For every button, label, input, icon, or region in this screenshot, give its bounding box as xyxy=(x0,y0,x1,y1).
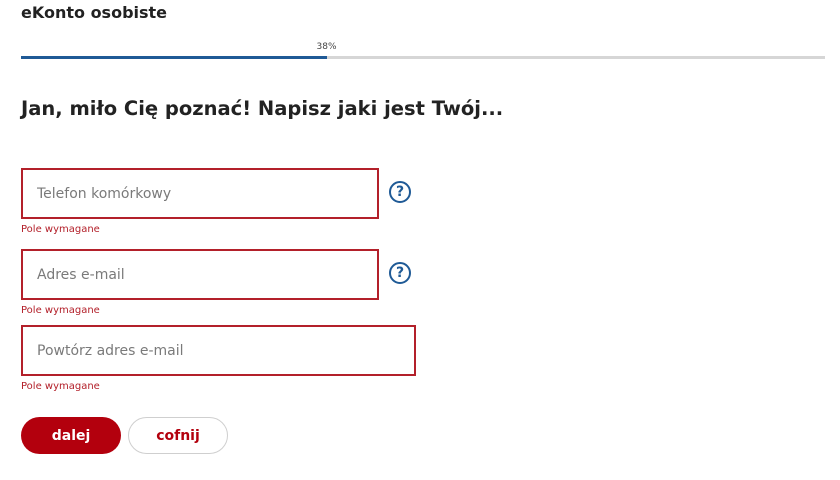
phone-error: Pole wymagane xyxy=(21,224,100,235)
page-heading: Jan, miło Cię poznać! Napisz jaki jest T… xyxy=(21,97,504,120)
phone-help-icon[interactable]: ? xyxy=(389,181,411,203)
progress-fill xyxy=(21,56,327,59)
email-repeat-input[interactable] xyxy=(23,327,414,374)
back-button[interactable]: cofnij xyxy=(128,417,228,454)
email-input-box[interactable] xyxy=(21,249,379,300)
email-error: Pole wymagane xyxy=(21,305,100,316)
next-button[interactable]: dalej xyxy=(21,417,121,454)
email-repeat-input-box[interactable] xyxy=(21,325,416,376)
progress-bar: 38% xyxy=(21,40,825,60)
email-help-icon[interactable]: ? xyxy=(389,262,411,284)
phone-input-box[interactable] xyxy=(21,168,379,219)
progress-percent-label: 38% xyxy=(316,42,337,52)
email-repeat-error: Pole wymagane xyxy=(21,381,100,392)
progress-track xyxy=(21,56,825,59)
phone-input[interactable] xyxy=(23,170,377,217)
app-title: eKonto osobiste xyxy=(21,3,168,22)
email-input[interactable] xyxy=(23,251,377,298)
page: eKonto osobiste 38% Jan, miło Cię poznać… xyxy=(0,0,840,480)
